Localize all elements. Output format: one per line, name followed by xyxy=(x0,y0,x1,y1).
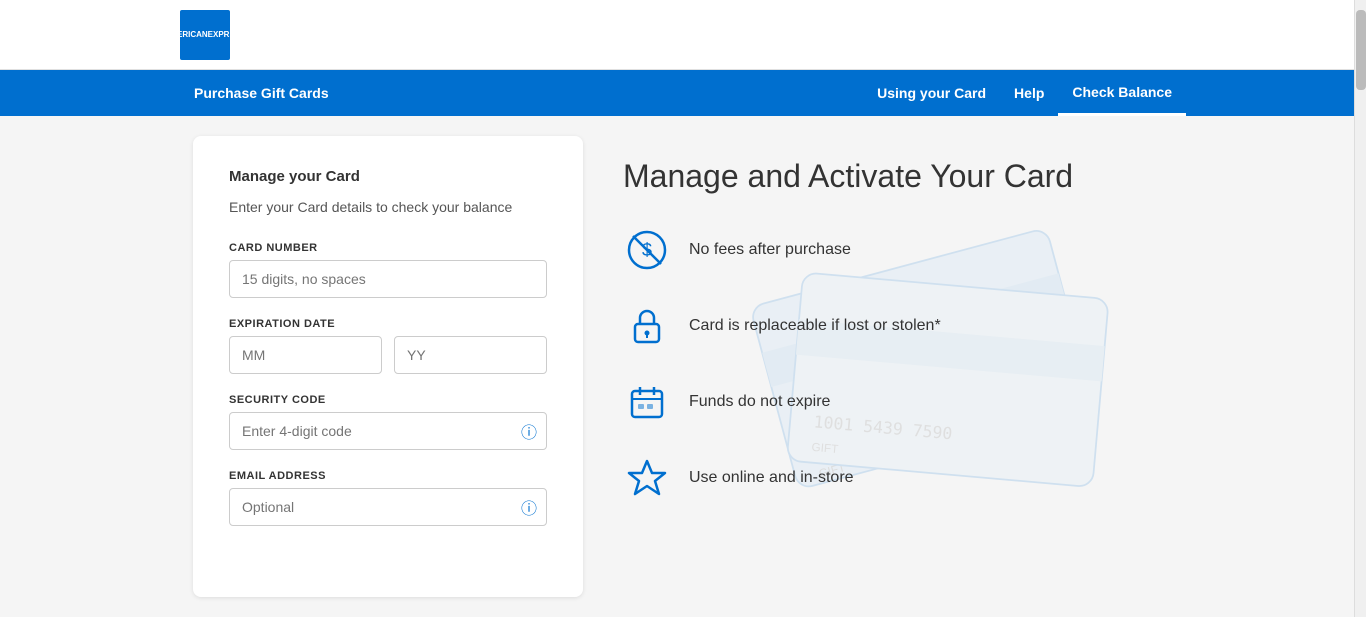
security-code-wrapper: ⓘ xyxy=(229,412,547,450)
star-icon xyxy=(623,454,671,502)
form-card: Manage your Card Enter your Card details… xyxy=(193,136,583,597)
header: AMERICAN EXPRESS xyxy=(0,0,1366,70)
calendar-icon xyxy=(623,378,671,426)
form-title: Manage your Card xyxy=(229,168,547,185)
security-code-help-icon[interactable]: ⓘ xyxy=(521,419,537,443)
expiry-mm-input[interactable] xyxy=(229,336,382,374)
security-code-group: SECURITY CODE ⓘ xyxy=(229,394,547,450)
feature-no-expire: Funds do not expire xyxy=(623,378,1133,426)
nav-left: Purchase Gift Cards xyxy=(180,70,863,116)
email-group: EMAIL ADDRESS ⓘ xyxy=(229,470,547,526)
info-content: Manage and Activate Your Card $ No fees … xyxy=(623,156,1133,502)
nav-purchase-gift-cards[interactable]: Purchase Gift Cards xyxy=(180,70,343,116)
feature-no-expire-text: Funds do not expire xyxy=(689,393,830,411)
feature-no-fees-text: No fees after purchase xyxy=(689,241,851,259)
main-content: Manage your Card Enter your Card details… xyxy=(0,116,1366,617)
nav-check-balance[interactable]: Check Balance xyxy=(1058,70,1186,116)
email-input[interactable] xyxy=(229,488,547,526)
nav-right: Using your Card Help Check Balance xyxy=(863,70,1186,116)
content-wrapper: Manage your Card Enter your Card details… xyxy=(193,136,1173,597)
scrollbar-track[interactable] xyxy=(1354,0,1366,617)
expiration-group: EXPIRATION DATE xyxy=(229,318,547,374)
feature-online: Use online and in-store xyxy=(623,454,1133,502)
feature-replaceable-text: Card is replaceable if lost or stolen* xyxy=(689,317,941,335)
email-wrapper: ⓘ xyxy=(229,488,547,526)
expiration-label: EXPIRATION DATE xyxy=(229,318,547,330)
card-number-label: CARD NUMBER xyxy=(229,242,547,254)
expiry-yy-input[interactable] xyxy=(394,336,547,374)
feature-no-fees: $ No fees after purchase xyxy=(623,226,1133,274)
expiry-row xyxy=(229,336,547,374)
email-help-icon[interactable]: ⓘ xyxy=(521,495,537,519)
navigation: Purchase Gift Cards Using your Card Help… xyxy=(0,70,1366,116)
amex-logo: AMERICAN EXPRESS xyxy=(180,10,230,60)
scrollbar-thumb[interactable] xyxy=(1356,10,1366,90)
security-code-input[interactable] xyxy=(229,412,547,450)
info-title: Manage and Activate Your Card xyxy=(623,156,1133,198)
card-number-input[interactable] xyxy=(229,260,547,298)
security-code-label: SECURITY CODE xyxy=(229,394,547,406)
no-fees-icon: $ xyxy=(623,226,671,274)
logo-container: AMERICAN EXPRESS xyxy=(180,10,230,60)
form-subtitle: Enter your Card details to check your ba… xyxy=(229,197,547,218)
info-panel: 3759 8543 21001 GIFT 1001 5439 7590 GIFT… xyxy=(583,136,1173,597)
email-label: EMAIL ADDRESS xyxy=(229,470,547,482)
nav-using-your-card[interactable]: Using your Card xyxy=(863,70,1000,116)
feature-replaceable: Card is replaceable if lost or stolen* xyxy=(623,302,1133,350)
nav-help[interactable]: Help xyxy=(1000,70,1058,116)
feature-online-text: Use online and in-store xyxy=(689,469,854,487)
lock-icon xyxy=(623,302,671,350)
card-number-group: CARD NUMBER xyxy=(229,242,547,298)
